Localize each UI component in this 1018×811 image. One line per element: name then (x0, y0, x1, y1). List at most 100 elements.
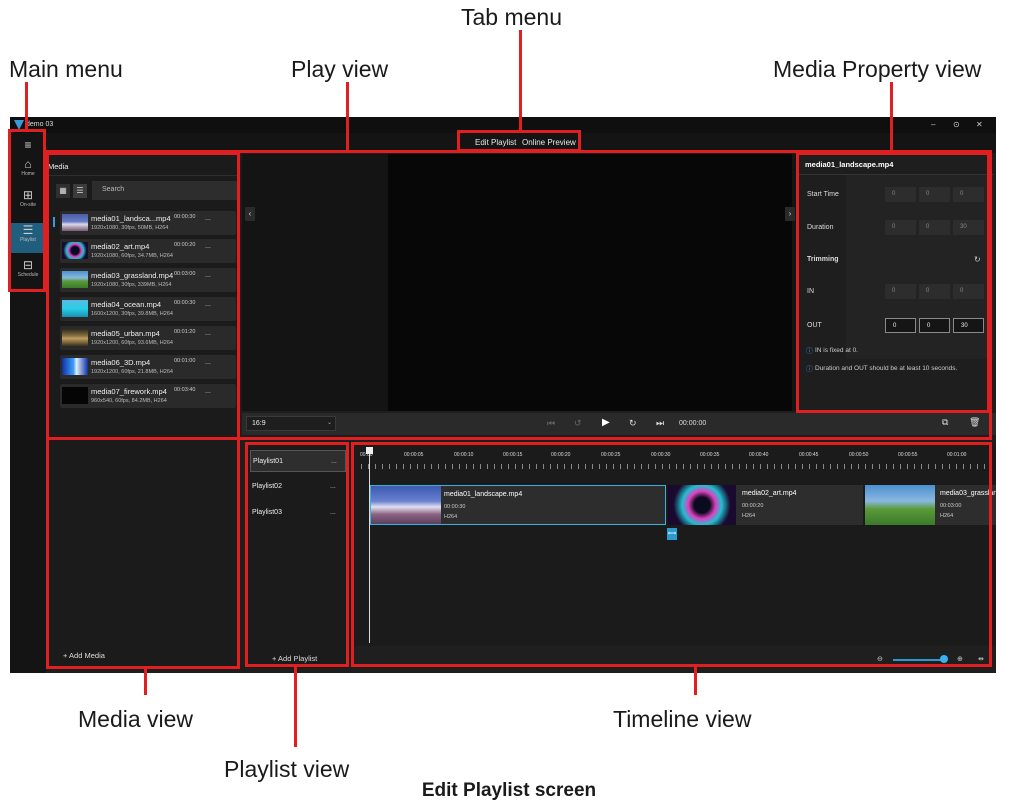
zoom-out-icon[interactable]: ⊖ (877, 655, 883, 663)
copy-icon[interactable]: ⧉ (942, 417, 948, 428)
media-item-duration: 00:00:30 (174, 300, 196, 306)
more-button[interactable]: ... (330, 509, 336, 516)
clip-duration: 00:03:00 (940, 503, 962, 509)
forward-15-icon[interactable]: ↻ (629, 418, 637, 429)
media-item[interactable]: media01_landsca...mp4 00:00:30 ... 1920x… (60, 211, 236, 235)
hamburger-menu-icon[interactable]: ≡ (10, 138, 46, 152)
clip-codec: H264 (940, 513, 954, 519)
playhead[interactable] (369, 447, 370, 643)
media-item[interactable]: media05_urban.mp4 00:01:20 ... 1920x1200… (60, 326, 236, 350)
media-item-name: media04_ocean.mp4 (91, 300, 162, 309)
more-button[interactable]: ... (205, 359, 211, 366)
zoom-in-icon[interactable]: ⊕ (957, 655, 963, 663)
player-controls: 16:9 ⌄ ⏮ ↺ ▶ ↻ ⏭ 00:00:00 ⧉ 🗑 (242, 413, 996, 435)
ruler-tick: 00:00:45 (799, 452, 819, 458)
start-time-seconds[interactable]: 0 (953, 187, 984, 202)
playlist-item[interactable]: Playlist02 ... (250, 476, 346, 498)
media-item-duration: 00:03:00 (174, 271, 196, 277)
ruler-tick: 00:00:15 (503, 452, 523, 458)
in-hours[interactable]: 0 (885, 284, 916, 299)
list-view-icon[interactable]: ☰ (73, 184, 87, 198)
timeline-clip[interactable]: media02_art.mp4 00:00:20 H264 (668, 485, 863, 525)
ruler-tick: 00:00:20 (551, 452, 571, 458)
timeline-clip[interactable]: media03_grasslan 00:03:00 H264 (865, 485, 996, 525)
media-item[interactable]: media06_3D.mp4 00:01:00 ... 1920x1200, 6… (60, 355, 236, 379)
media-property-view: media01_landscape.mp4 Start Time 0 0 0 D… (798, 154, 994, 411)
media-item-meta: 1920x1080, 30fps, 50MB, H264 (91, 225, 169, 231)
out-hours[interactable]: 0 (885, 318, 916, 333)
sidebar-item-onsite[interactable]: ⊞ On-site (11, 188, 45, 218)
playlist-icon: ☰ (22, 223, 34, 237)
more-button[interactable]: ... (330, 483, 336, 490)
trimming-label: Trimming (807, 256, 839, 263)
main-menu: ≡ ⌂ Home ⊞ On-site ☰ Playlist ⊟ Schedule (10, 133, 46, 673)
zoom-slider-track[interactable] (893, 659, 945, 661)
grid-view-icon[interactable]: ▦ (56, 184, 70, 198)
search-input[interactable]: Search (92, 181, 239, 200)
media-item[interactable]: media04_ocean.mp4 00:00:30 ... 1600x1200… (60, 297, 236, 321)
more-button[interactable]: ... (205, 272, 211, 279)
duration-minutes[interactable]: 0 (919, 220, 950, 235)
sidebar-item-schedule[interactable]: ⊟ Schedule (11, 258, 45, 288)
timeline-footer (353, 646, 996, 668)
more-button[interactable]: ... (205, 215, 211, 222)
clip-codec: H264 (742, 513, 756, 519)
aspect-ratio-select[interactable]: 16:9 ⌄ (246, 416, 336, 431)
leader-timeline-view (694, 667, 697, 695)
collapse-right-button[interactable]: › (785, 207, 795, 221)
reset-icon[interactable]: ↻ (974, 255, 981, 264)
tab-edit-playlist[interactable]: Edit Playlist (475, 138, 516, 147)
more-button[interactable]: ... (205, 301, 211, 308)
leader-main-menu (25, 82, 28, 130)
out-minutes[interactable]: 0 (919, 318, 950, 333)
app-logo-icon (14, 120, 24, 130)
schedule-icon: ⊟ (22, 258, 34, 272)
timeline-view: 00:00 00:00:05 00:00:10 00:00:15 00:00:2… (353, 445, 996, 668)
in-minutes[interactable]: 0 (919, 284, 950, 299)
sidebar-item-home[interactable]: ⌂ Home (11, 157, 45, 187)
out-seconds[interactable]: 30 (953, 318, 984, 333)
collapse-left-button[interactable]: ‹ (245, 207, 255, 221)
skip-back-icon[interactable]: ⏮ (547, 418, 555, 429)
in-seconds[interactable]: 0 (953, 284, 984, 299)
more-button[interactable]: ... (331, 458, 337, 465)
property-file-name: media01_landscape.mp4 (805, 160, 894, 169)
clip-duration: 00:00:30 (444, 504, 466, 510)
media-item-meta: 1920x1200, 60fps, 21.8MB, H264 (91, 369, 173, 375)
timeline-clip[interactable]: media01_landscape.mp4 00:00:30 H264 (370, 485, 666, 525)
duration-hours[interactable]: 0 (885, 220, 916, 235)
start-time-minutes[interactable]: 0 (919, 187, 950, 202)
more-button[interactable]: ... (205, 388, 211, 395)
skip-forward-icon[interactable]: ⏭ (656, 418, 664, 429)
delete-icon[interactable]: 🗑 (969, 417, 980, 428)
search-placeholder: Search (102, 186, 125, 193)
clip-resize-handle[interactable]: ⟺ (667, 528, 677, 540)
duration-label: Duration (807, 224, 834, 231)
playlist-item[interactable]: Playlist03 ... (250, 502, 346, 524)
media-item[interactable]: media03_grassland.mp4 00:03:00 ... 1920x… (60, 268, 236, 292)
playhead-handle[interactable] (366, 447, 373, 454)
leader-tab-menu (519, 30, 522, 131)
more-button[interactable]: ... (205, 243, 211, 250)
add-media-button[interactable]: + Add Media (63, 651, 105, 660)
duration-seconds[interactable]: 30 (953, 220, 984, 235)
zoom-slider-thumb[interactable] (940, 655, 948, 663)
ruler-tick: 00:00:30 (651, 452, 671, 458)
restore-button[interactable]: ⊙ (953, 120, 960, 129)
sidebar-item-playlist[interactable]: ☰ Playlist (11, 223, 45, 253)
playlist-item[interactable]: Playlist01 ... (250, 450, 346, 472)
play-icon[interactable]: ▶ (602, 417, 610, 428)
media-item[interactable]: media02_art.mp4 00:00:20 ... 1920x1080, … (60, 239, 236, 263)
rewind-15-icon[interactable]: ↺ (574, 418, 582, 429)
close-button[interactable]: ✕ (976, 120, 983, 129)
callout-media-view: Media view (78, 706, 194, 732)
start-time-hours[interactable]: 0 (885, 187, 916, 202)
tab-online-preview[interactable]: Online Preview (522, 138, 576, 147)
clip-thumbnail (865, 485, 935, 525)
fit-to-width-icon[interactable]: ⇹ (978, 655, 984, 663)
add-playlist-button[interactable]: + Add Playlist (272, 654, 317, 663)
more-button[interactable]: ... (205, 330, 211, 337)
media-item[interactable]: media07_firework.mp4 00:03:40 ... 960x54… (60, 384, 236, 408)
window-title: demo 03 (26, 121, 54, 128)
minimize-button[interactable]: – (931, 120, 935, 129)
